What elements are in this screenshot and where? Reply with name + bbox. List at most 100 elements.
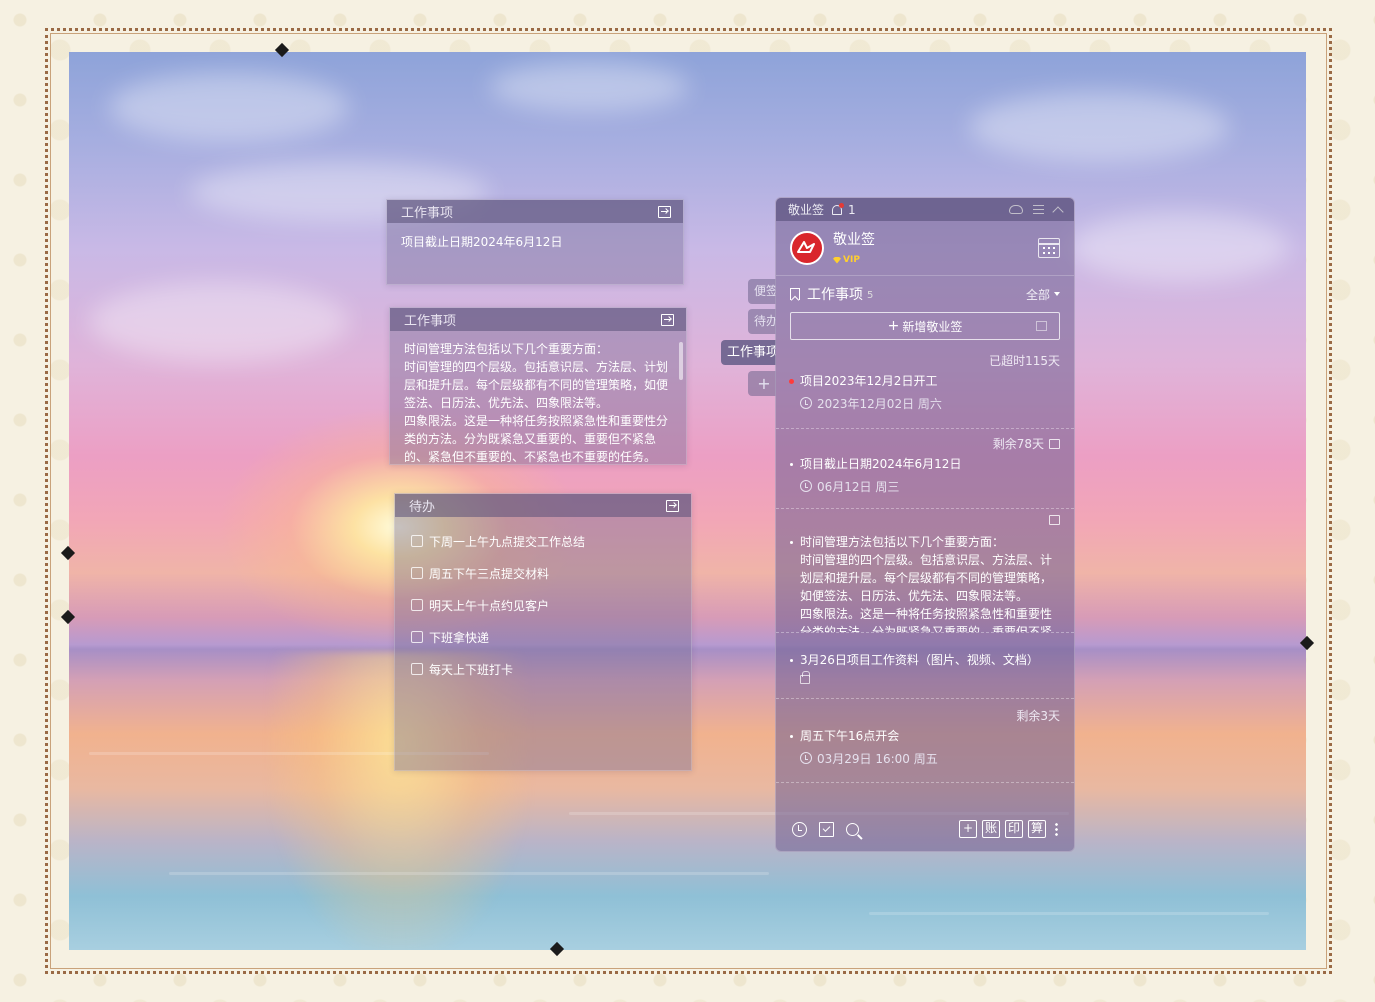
- task-title: 周五下午16点开会: [790, 727, 1060, 745]
- task-date: 2023年12月02日 周六: [790, 390, 1060, 416]
- task-date-text: 03月29日 16:00 周五: [817, 751, 938, 766]
- task-line: 划层和提升层。每个层级都有不同的管理策略，: [800, 571, 1053, 585]
- task-text: 时间管理方法包括以下几个重要方面： 时间管理的四个层级。包括意识层、方法层、计 …: [790, 533, 1060, 633]
- task-title: 项目截止日期2024年6月12日: [790, 455, 1060, 473]
- side-tab-add[interactable]: +: [748, 371, 776, 396]
- todo-item[interactable]: 每天上下班打卡: [411, 653, 675, 685]
- add-note-button[interactable]: + 新增敬业签: [790, 312, 1060, 340]
- plus-icon: +: [887, 318, 900, 334]
- task-date: 03月29日 16:00 周五: [790, 745, 1060, 771]
- gem-icon: [833, 256, 841, 264]
- note-body[interactable]: 项目截止日期2024年6月12日: [387, 223, 683, 261]
- todo-item[interactable]: 周五下午三点提交材料: [411, 557, 675, 589]
- scrollbar-thumb[interactable]: [679, 342, 683, 380]
- todo-text: 下班拿快递: [429, 630, 490, 645]
- section-count: 5: [867, 290, 874, 301]
- note-header[interactable]: 待办: [395, 494, 691, 517]
- note-body[interactable]: 时间管理方法包括以下几个重要方面： 时间管理的四个层级。包括意识层、方法层、计划…: [390, 331, 686, 464]
- profile-name: 敬业签: [833, 231, 875, 248]
- task-item[interactable]: 剩余78天 项目截止日期2024年6月12日 06月12日 周三: [776, 429, 1074, 509]
- note-line: 的、紧急但不重要的、不紧急也不重要的任务。: [404, 450, 657, 464]
- task-title: 3月26日项目工作资料（图片、视频、文档）: [790, 651, 1060, 669]
- exit-icon[interactable]: [661, 313, 674, 326]
- footer-tools: + 账 印 算: [959, 820, 1058, 838]
- profile-name-block: 敬业签 VIP: [833, 229, 875, 268]
- exit-icon[interactable]: [1049, 515, 1060, 525]
- note-line: 时间管理方法包括以下几个重要方面：: [404, 342, 609, 356]
- task-item[interactable]: 时间管理方法包括以下几个重要方面： 时间管理的四个层级。包括意识层、方法层、计 …: [776, 509, 1074, 633]
- side-tab-notes[interactable]: 便签: [748, 279, 776, 304]
- menu-icon[interactable]: [1033, 205, 1044, 214]
- filter-dropdown[interactable]: 全部: [1026, 286, 1060, 303]
- clock-icon: [800, 752, 812, 764]
- vip-badge: VIP: [833, 255, 860, 265]
- task-line: 时间管理方法包括以下几个重要方面：: [800, 535, 1005, 549]
- search-icon[interactable]: [846, 822, 859, 836]
- note-title: 工作事项: [401, 206, 454, 221]
- task-item[interactable]: 3月26日项目工作资料（图片、视频、文档）: [776, 633, 1074, 699]
- task-status: 已超时115天: [989, 354, 1060, 368]
- app-title: 敬业签: [788, 203, 825, 217]
- note-widget-deadline[interactable]: 工作事项 项目截止日期2024年6月12日: [386, 199, 684, 285]
- expand-icon[interactable]: [1036, 321, 1047, 331]
- section-title: 工作事项: [807, 287, 863, 303]
- app-panel: 敬业签 1 敬业签 VIP 工作事项 5 全部 + 新增敬业签 已超时115天 …: [775, 197, 1075, 852]
- note-line: 签法、日历法、优先法、四象限法等。: [404, 396, 609, 410]
- exit-icon[interactable]: [1049, 439, 1060, 449]
- cloud: [89, 282, 349, 362]
- task-status: 剩余78天: [992, 437, 1044, 451]
- logo-icon: [797, 241, 815, 253]
- task-status: 剩余3天: [1016, 709, 1060, 723]
- cloud: [1069, 212, 1289, 282]
- note-line: 时间管理的四个层级。包括意识层、方法层、计划: [404, 360, 669, 374]
- side-tab-work[interactable]: 工作事项: [721, 340, 776, 365]
- note-header[interactable]: 工作事项: [387, 200, 683, 223]
- cloud-icon[interactable]: [1009, 205, 1023, 214]
- todo-item[interactable]: 下班拿快递: [411, 621, 675, 653]
- side-tab-todo[interactable]: 待办: [748, 309, 776, 334]
- reminder-clock-icon[interactable]: [792, 821, 807, 837]
- todo-widget[interactable]: 待办 下周一上午九点提交工作总结 周五下午三点提交材料 明天上午十点约见客户 下…: [394, 493, 692, 771]
- task-item[interactable]: 已超时115天 项目2023年12月2日开工 2023年12月02日 周六: [776, 350, 1074, 429]
- bell-icon[interactable]: [832, 202, 845, 215]
- chevron-up-icon[interactable]: [1052, 206, 1064, 218]
- todo-text: 每天上下班打卡: [429, 662, 514, 677]
- notification-count: 1: [848, 202, 856, 217]
- wave: [869, 912, 1269, 915]
- more-icon[interactable]: [1055, 822, 1058, 836]
- calc-button[interactable]: 算: [1028, 820, 1046, 838]
- note-line: 层和提升层。每个层级都有不同的管理策略，如便: [404, 378, 669, 392]
- done-check-icon[interactable]: [819, 821, 834, 837]
- account-button[interactable]: 账: [982, 820, 1000, 838]
- note-header[interactable]: 工作事项: [390, 308, 686, 331]
- todo-text: 下周一上午九点提交工作总结: [429, 534, 586, 549]
- todo-checkbox[interactable]: [411, 567, 423, 579]
- print-button[interactable]: 印: [1005, 820, 1023, 838]
- exit-icon[interactable]: [658, 205, 671, 218]
- task-line: 分类的方法。分为既紧急又重要的、重要但不紧: [800, 625, 1053, 633]
- note-widget-time-management[interactable]: 工作事项 时间管理方法包括以下几个重要方面： 时间管理的四个层级。包括意识层、方…: [389, 307, 687, 465]
- todo-item[interactable]: 下周一上午九点提交工作总结: [411, 525, 675, 557]
- profile-header: 敬业签 VIP: [776, 221, 1074, 276]
- task-line: 时间管理的四个层级。包括意识层、方法层、计: [800, 553, 1053, 567]
- todo-text: 周五下午三点提交材料: [429, 566, 550, 581]
- titlebar-controls: [1009, 203, 1064, 218]
- app-titlebar[interactable]: 敬业签 1: [776, 198, 1074, 221]
- todo-checkbox[interactable]: [411, 535, 423, 547]
- task-date: 06月12日 周三: [790, 473, 1060, 499]
- note-line: 四象限法。这是一种将任务按照紧急性和重要性分: [404, 414, 669, 428]
- todo-list: 下周一上午九点提交工作总结 周五下午三点提交材料 明天上午十点约见客户 下班拿快…: [395, 517, 691, 685]
- todo-checkbox[interactable]: [411, 631, 423, 643]
- task-line: 如便签法、日历法、优先法、四象限法等。: [800, 589, 1029, 603]
- avatar[interactable]: [790, 231, 824, 265]
- lock-icon: [800, 671, 810, 684]
- exit-icon[interactable]: [666, 499, 679, 512]
- calendar-icon[interactable]: [1038, 238, 1060, 258]
- task-item[interactable]: 剩余3天 周五下午16点开会 03月29日 16:00 周五: [776, 699, 1074, 783]
- task-title: 项目2023年12月2日开工: [789, 372, 1060, 390]
- todo-text: 明天上午十点约见客户: [429, 598, 550, 613]
- add-button[interactable]: +: [959, 820, 977, 838]
- todo-item[interactable]: 明天上午十点约见客户: [411, 589, 675, 621]
- todo-checkbox[interactable]: [411, 599, 423, 611]
- todo-checkbox[interactable]: [411, 663, 423, 675]
